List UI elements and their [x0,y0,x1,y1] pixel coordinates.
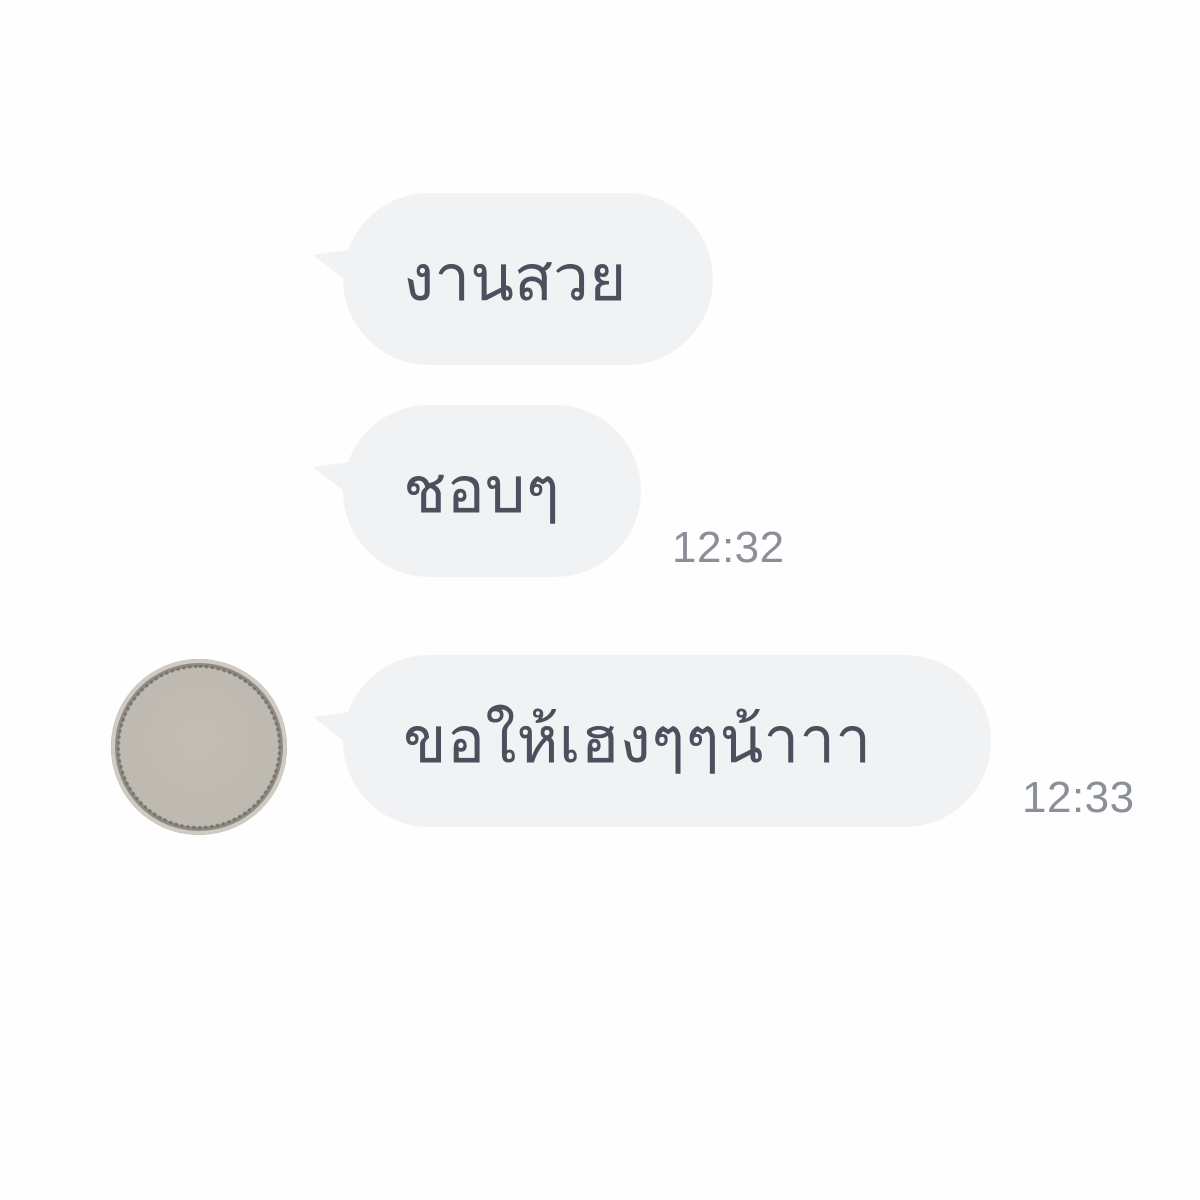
message-text: งานสวย [403,242,627,316]
chat-thread: งานสวย ชอบๆ 12:32 ขอให้เฮงๆๆน้าาา 12:33 [0,0,1200,1200]
message-timestamp: 12:33 [1022,773,1135,822]
message-bubble[interactable]: ชอบๆ [313,405,641,577]
message-bubble[interactable]: ขอให้เฮงๆๆน้าาา [313,655,991,827]
message-bubble[interactable]: งานสวย [313,193,713,365]
message-text: ชอบๆ [403,454,560,528]
message-text: ขอให้เฮงๆๆน้าาา [403,704,872,778]
avatar-ring [117,665,281,829]
avatar[interactable] [111,659,287,835]
message-timestamp: 12:32 [672,523,785,572]
